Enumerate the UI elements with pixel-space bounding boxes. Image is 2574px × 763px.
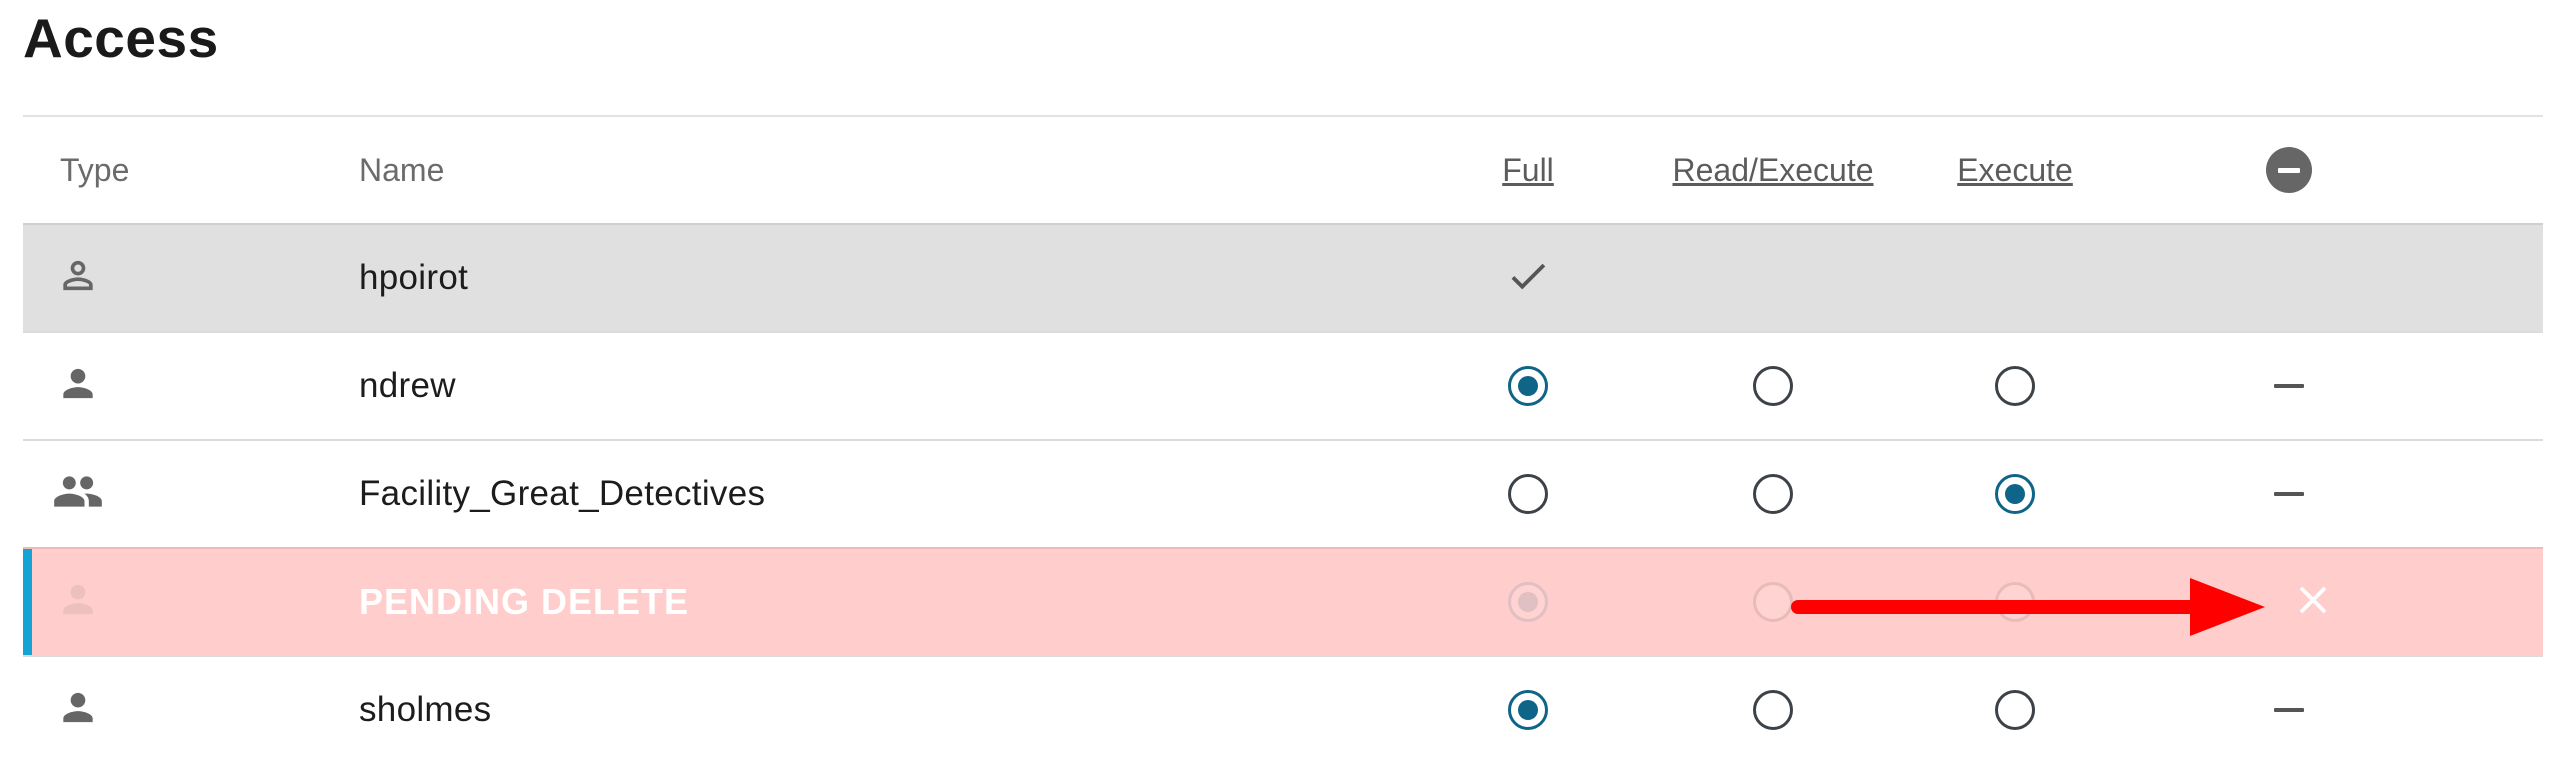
- page-title: Access: [23, 7, 219, 69]
- read-execute-radio[interactable]: [1753, 366, 1793, 406]
- person-icon: [56, 578, 100, 627]
- execute-radio[interactable]: [1995, 690, 2035, 730]
- type-column-header: Type: [60, 151, 130, 188]
- full-access-radio[interactable]: [1508, 690, 1548, 730]
- execute-radio[interactable]: [1995, 474, 2035, 514]
- execute-radio[interactable]: [1995, 366, 2035, 406]
- name-column-header: Name: [359, 151, 445, 188]
- user-name: ndrew: [359, 366, 456, 405]
- user-name: sholmes: [359, 690, 492, 729]
- read-execute-radio[interactable]: [1753, 690, 1793, 730]
- remove-dash-icon[interactable]: [2274, 384, 2304, 388]
- read-execute-radio[interactable]: [1753, 474, 1793, 514]
- remove-all-minus-circle-icon[interactable]: [2266, 147, 2312, 193]
- remove-dash-icon[interactable]: [2274, 708, 2304, 712]
- read-execute-radio: [1753, 582, 1793, 622]
- read-execute-column-header-link[interactable]: Read/Execute: [1672, 152, 1873, 189]
- close-icon[interactable]: [2290, 577, 2336, 628]
- group-icon: [54, 466, 104, 523]
- access-table: Type Name Full Read/Execute Execute hpoi…: [23, 115, 2543, 763]
- table-row[interactable]: hpoirot: [23, 223, 2543, 331]
- person-icon: [56, 362, 100, 411]
- checkmark-icon: [1505, 253, 1551, 304]
- table-row[interactable]: ndrew: [23, 331, 2543, 439]
- full-access-radio[interactable]: [1508, 474, 1548, 514]
- full-access-radio[interactable]: [1508, 366, 1548, 406]
- person-outline-icon: [56, 254, 100, 303]
- table-row[interactable]: Facility_Great_Detectives: [23, 439, 2543, 547]
- remove-dash-icon[interactable]: [2274, 492, 2304, 496]
- pending-delete-label: PENDING DELETE: [359, 581, 690, 622]
- full-column-header-link[interactable]: Full: [1502, 152, 1554, 189]
- user-name: hpoirot: [359, 258, 469, 297]
- annotation-arrow: [1791, 578, 2265, 636]
- table-row[interactable]: sholmes: [23, 655, 2543, 763]
- access-panel: Access Type Name Full Read/Execute Execu…: [0, 0, 2574, 756]
- full-access-radio: [1508, 582, 1548, 622]
- execute-column-header-link[interactable]: Execute: [1957, 152, 2073, 189]
- table-header: Type Name Full Read/Execute Execute: [23, 115, 2543, 223]
- group-name: Facility_Great_Detectives: [359, 474, 766, 513]
- person-icon: [56, 686, 100, 735]
